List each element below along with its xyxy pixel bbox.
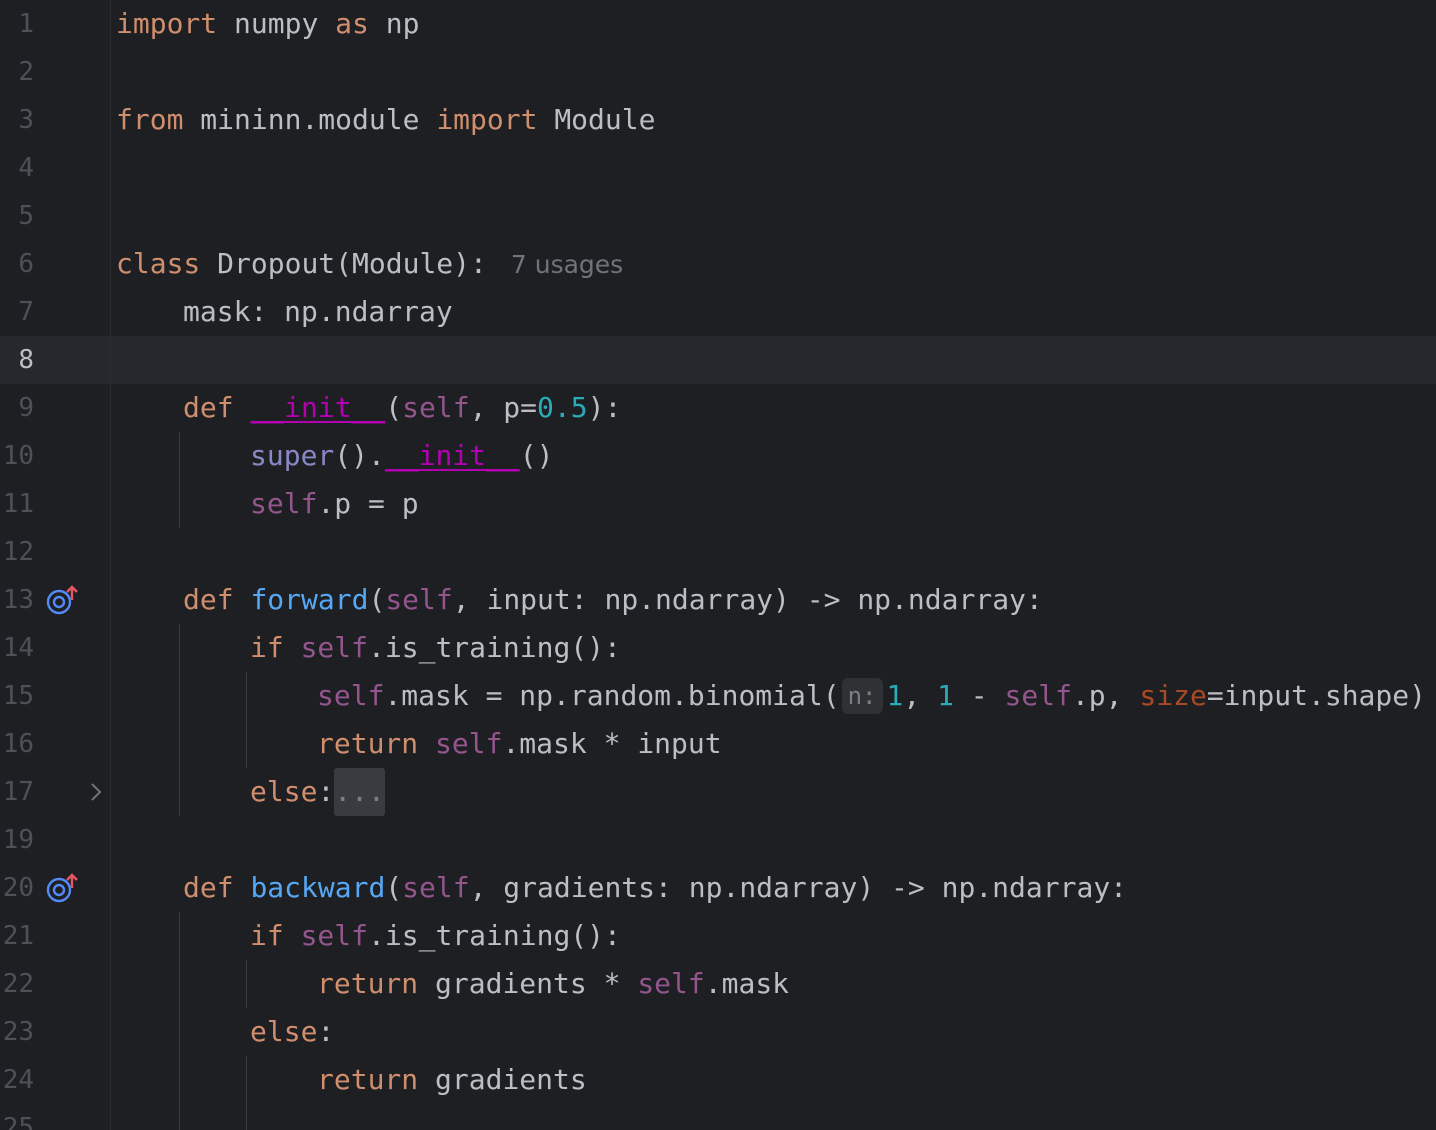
code-text: return gradients * self.mask xyxy=(317,967,790,1000)
line-number: 1 xyxy=(18,9,34,39)
line-number: 12 xyxy=(2,537,34,567)
code-line[interactable]: 4 xyxy=(0,144,1436,192)
line-number: 20 xyxy=(2,873,34,903)
line-number: 4 xyxy=(18,153,34,183)
code-line[interactable]: 12 xyxy=(0,528,1436,576)
line-number: 13 xyxy=(2,585,34,615)
code-text: class Dropout(Module): 7 usages xyxy=(116,247,624,280)
overridden-method-icon[interactable] xyxy=(44,872,80,904)
code-line[interactable]: 17 else:... xyxy=(0,768,1436,816)
code-line-current[interactable]: 8 xyxy=(0,336,1436,384)
code-text: from mininn.module import Module xyxy=(116,103,656,136)
line-number: 14 xyxy=(2,633,34,663)
code-line[interactable]: 11 self.p = p xyxy=(0,480,1436,528)
line-number: 6 xyxy=(18,249,34,279)
line-number: 19 xyxy=(2,825,34,855)
code-text: if self.is_training(): xyxy=(250,631,621,664)
code-line[interactable]: 19 xyxy=(0,816,1436,864)
code-text: else:... xyxy=(250,768,385,816)
code-text: import numpy as np xyxy=(116,7,420,40)
code-line[interactable]: 13 def forward(self, input: np.ndarray) … xyxy=(0,576,1436,624)
code-text: def backward(self, gradients: np.ndarray… xyxy=(183,871,1128,904)
code-text: else: xyxy=(250,1015,335,1048)
line-number: 23 xyxy=(2,1017,34,1047)
line-number: 25 xyxy=(2,1113,34,1130)
line-number: 9 xyxy=(18,393,34,423)
line-number: 21 xyxy=(2,921,34,951)
line-number: 3 xyxy=(18,105,34,135)
code-line[interactable]: 6 class Dropout(Module): 7 usages xyxy=(0,240,1436,288)
code-text: self.p = p xyxy=(250,487,419,520)
code-text: if self.is_training(): xyxy=(250,919,621,952)
code-text: def __init__(self, p=0.5): xyxy=(183,391,622,424)
line-number: 16 xyxy=(2,729,34,759)
line-number: 7 xyxy=(18,297,34,327)
line-number: 10 xyxy=(2,441,34,471)
code-line[interactable]: 25 xyxy=(0,1104,1436,1130)
line-number: 8 xyxy=(18,345,34,375)
code-text: return gradients xyxy=(317,1063,587,1096)
code-line[interactable]: 16 return self.mask * input xyxy=(0,720,1436,768)
code-text: def forward(self, input: np.ndarray) -> … xyxy=(183,583,1043,616)
line-number: 22 xyxy=(2,969,34,999)
folded-region[interactable]: ... xyxy=(334,768,385,816)
line-number: 15 xyxy=(2,681,34,711)
code-editor[interactable]: 1 import numpy as np 2 3 from mininn.mod… xyxy=(0,0,1436,1130)
line-number: 24 xyxy=(2,1065,34,1095)
code-line[interactable]: 20 def backward(self, gradients: np.ndar… xyxy=(0,864,1436,912)
line-number: 5 xyxy=(18,201,34,231)
code-line[interactable]: 23 else: xyxy=(0,1008,1436,1056)
code-line[interactable]: 14 if self.is_training(): xyxy=(0,624,1436,672)
code-line[interactable]: 3 from mininn.module import Module xyxy=(0,96,1436,144)
code-line[interactable]: 22 return gradients * self.mask xyxy=(0,960,1436,1008)
chevron-right-icon[interactable] xyxy=(86,780,106,804)
code-line[interactable]: 15 self.mask = np.random.binomial(n: 1, 1… xyxy=(0,672,1436,720)
line-number: 11 xyxy=(2,489,34,519)
code-line[interactable]: 2 xyxy=(0,48,1436,96)
code-line[interactable]: 1 import numpy as np xyxy=(0,0,1436,48)
line-number: 2 xyxy=(18,57,34,87)
code-line[interactable]: 9 def __init__(self, p=0.5): xyxy=(0,384,1436,432)
usages-hint[interactable]: 7 usages xyxy=(511,250,623,279)
overridden-method-icon[interactable] xyxy=(44,584,80,616)
code-line[interactable]: 24 return gradients xyxy=(0,1056,1436,1104)
code-text: return self.mask * input xyxy=(317,727,722,760)
line-number: 17 xyxy=(2,777,34,807)
code-line[interactable]: 5 xyxy=(0,192,1436,240)
code-text: mask: np.ndarray xyxy=(183,295,453,328)
code-line[interactable]: 10 super().__init__() xyxy=(0,432,1436,480)
code-text: super().__init__() xyxy=(250,439,554,472)
code-line[interactable]: 21 if self.is_training(): xyxy=(0,912,1436,960)
parameter-hint: n: xyxy=(841,678,883,714)
code-text: self.mask = np.random.binomial(n: 1, 1 - … xyxy=(317,678,1426,714)
code-line[interactable]: 7 mask: np.ndarray xyxy=(0,288,1436,336)
